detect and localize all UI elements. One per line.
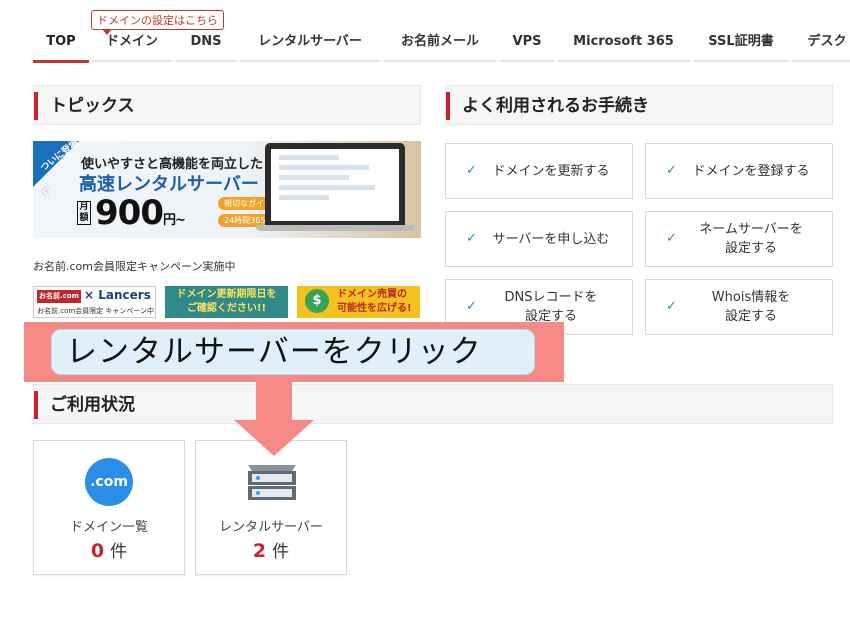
set-whois-button[interactable]: ✓ Whois情報を 設定する xyxy=(645,279,833,335)
procedures-heading: よく利用されるお手続き xyxy=(445,85,833,125)
down-arrow-head xyxy=(234,420,314,456)
renew-domain-button[interactable]: ✓ ドメインを更新する xyxy=(445,143,633,199)
rental-server-count: 2件 xyxy=(252,540,290,562)
money-bag-icon: $ xyxy=(305,289,329,313)
mini-banner-trade-line2: 可能性を広げる! xyxy=(337,303,412,314)
apply-server-button[interactable]: ✓ サーバーを申し込む xyxy=(445,211,633,267)
banner-price-unit: 円~ xyxy=(162,213,186,228)
nav-tab-microsoft-365[interactable]: Microsoft 365 xyxy=(557,24,690,62)
set-nameserver-button[interactable]: ✓ ネームサーバーを 設定する xyxy=(645,211,833,267)
screen-row xyxy=(279,155,339,160)
usage-heading: ご利用状況 xyxy=(33,384,833,424)
dot-com-icon: .com xyxy=(85,458,133,506)
procedure-label: ネームサーバーを 設定する xyxy=(699,222,803,256)
mini-banner-trade-line1: ドメイン売買の xyxy=(337,289,407,300)
nav-tab-top[interactable]: TOP xyxy=(33,24,89,63)
mini-banner-lancers-sub: お名前.com会員限定 キャンペーン中 xyxy=(37,307,155,315)
campaign-text: お名前.com会員限定キャンペーン実施中 xyxy=(33,260,236,273)
screen-row xyxy=(279,175,349,180)
server-icon xyxy=(248,465,296,500)
screen-row xyxy=(279,185,375,190)
laptop-image xyxy=(265,143,405,225)
domain-settings-tooltip: ドメインの設定はこちら xyxy=(91,10,224,35)
topics-heading: トピックス xyxy=(33,85,421,125)
mini-banner-renewal[interactable]: ドメイン更新期限日を ご確認ください!! xyxy=(165,286,288,318)
carousel-prev-icon[interactable]: ‹ xyxy=(41,179,50,204)
lancers-logo: × Lancers xyxy=(84,288,151,302)
laptop-base xyxy=(255,225,415,231)
banner-month-label: 月額 xyxy=(77,201,91,225)
mini-banner-renewal-line2: ご確認ください!! xyxy=(186,303,267,314)
banner-price-value: 900 xyxy=(95,193,164,233)
domain-list-card[interactable]: .com ドメイン一覧 0件 xyxy=(33,440,185,575)
rental-server-label: レンタルサーバー xyxy=(219,520,323,535)
screen-row xyxy=(279,195,329,200)
procedure-label: ドメインを更新する xyxy=(492,163,610,179)
nav-tab-rental-server[interactable]: レンタルサーバー xyxy=(240,24,380,62)
mini-banner-trade[interactable]: $ ドメイン売買の 可能性を広げる! xyxy=(297,286,420,318)
procedure-label: ドメインを登録する xyxy=(692,163,810,179)
nav-tab-onamae-mail[interactable]: お名前メール xyxy=(383,24,497,62)
mini-banner-lancers[interactable]: お名前.com × Lancers お名前.com会員限定 キャンペーン中 xyxy=(33,286,156,318)
laptop-screen xyxy=(271,149,399,221)
mini-banner-renewal-line1: ドメイン更新期限日を xyxy=(176,289,277,300)
register-domain-button[interactable]: ✓ ドメインを登録する xyxy=(645,143,833,199)
domain-list-label: ドメイン一覧 xyxy=(69,520,148,535)
instruction-text: レンタルサーバーをクリック xyxy=(66,334,482,370)
rental-server-banner[interactable]: ついに登場! 使いやすさと高機能を両立した 高速レンタルサーバー 月額 900円… xyxy=(33,141,421,238)
nav-tab-vps[interactable]: VPS xyxy=(500,24,554,62)
down-arrow-icon xyxy=(256,380,292,422)
screen-row xyxy=(279,165,369,170)
domain-count: 0件 xyxy=(90,540,128,562)
onamae-logo: お名前.com xyxy=(37,290,81,303)
nav-tab-desk[interactable]: デスク xyxy=(792,24,850,62)
procedure-label: サーバーを申し込む xyxy=(492,231,610,247)
banner-price: 900円~ xyxy=(95,193,186,233)
nav-tab-ssl[interactable]: SSL証明書 xyxy=(693,24,789,62)
procedure-label: Whois情報を 設定する xyxy=(711,290,791,324)
rental-server-card[interactable]: レンタルサーバー 2件 xyxy=(195,440,347,575)
